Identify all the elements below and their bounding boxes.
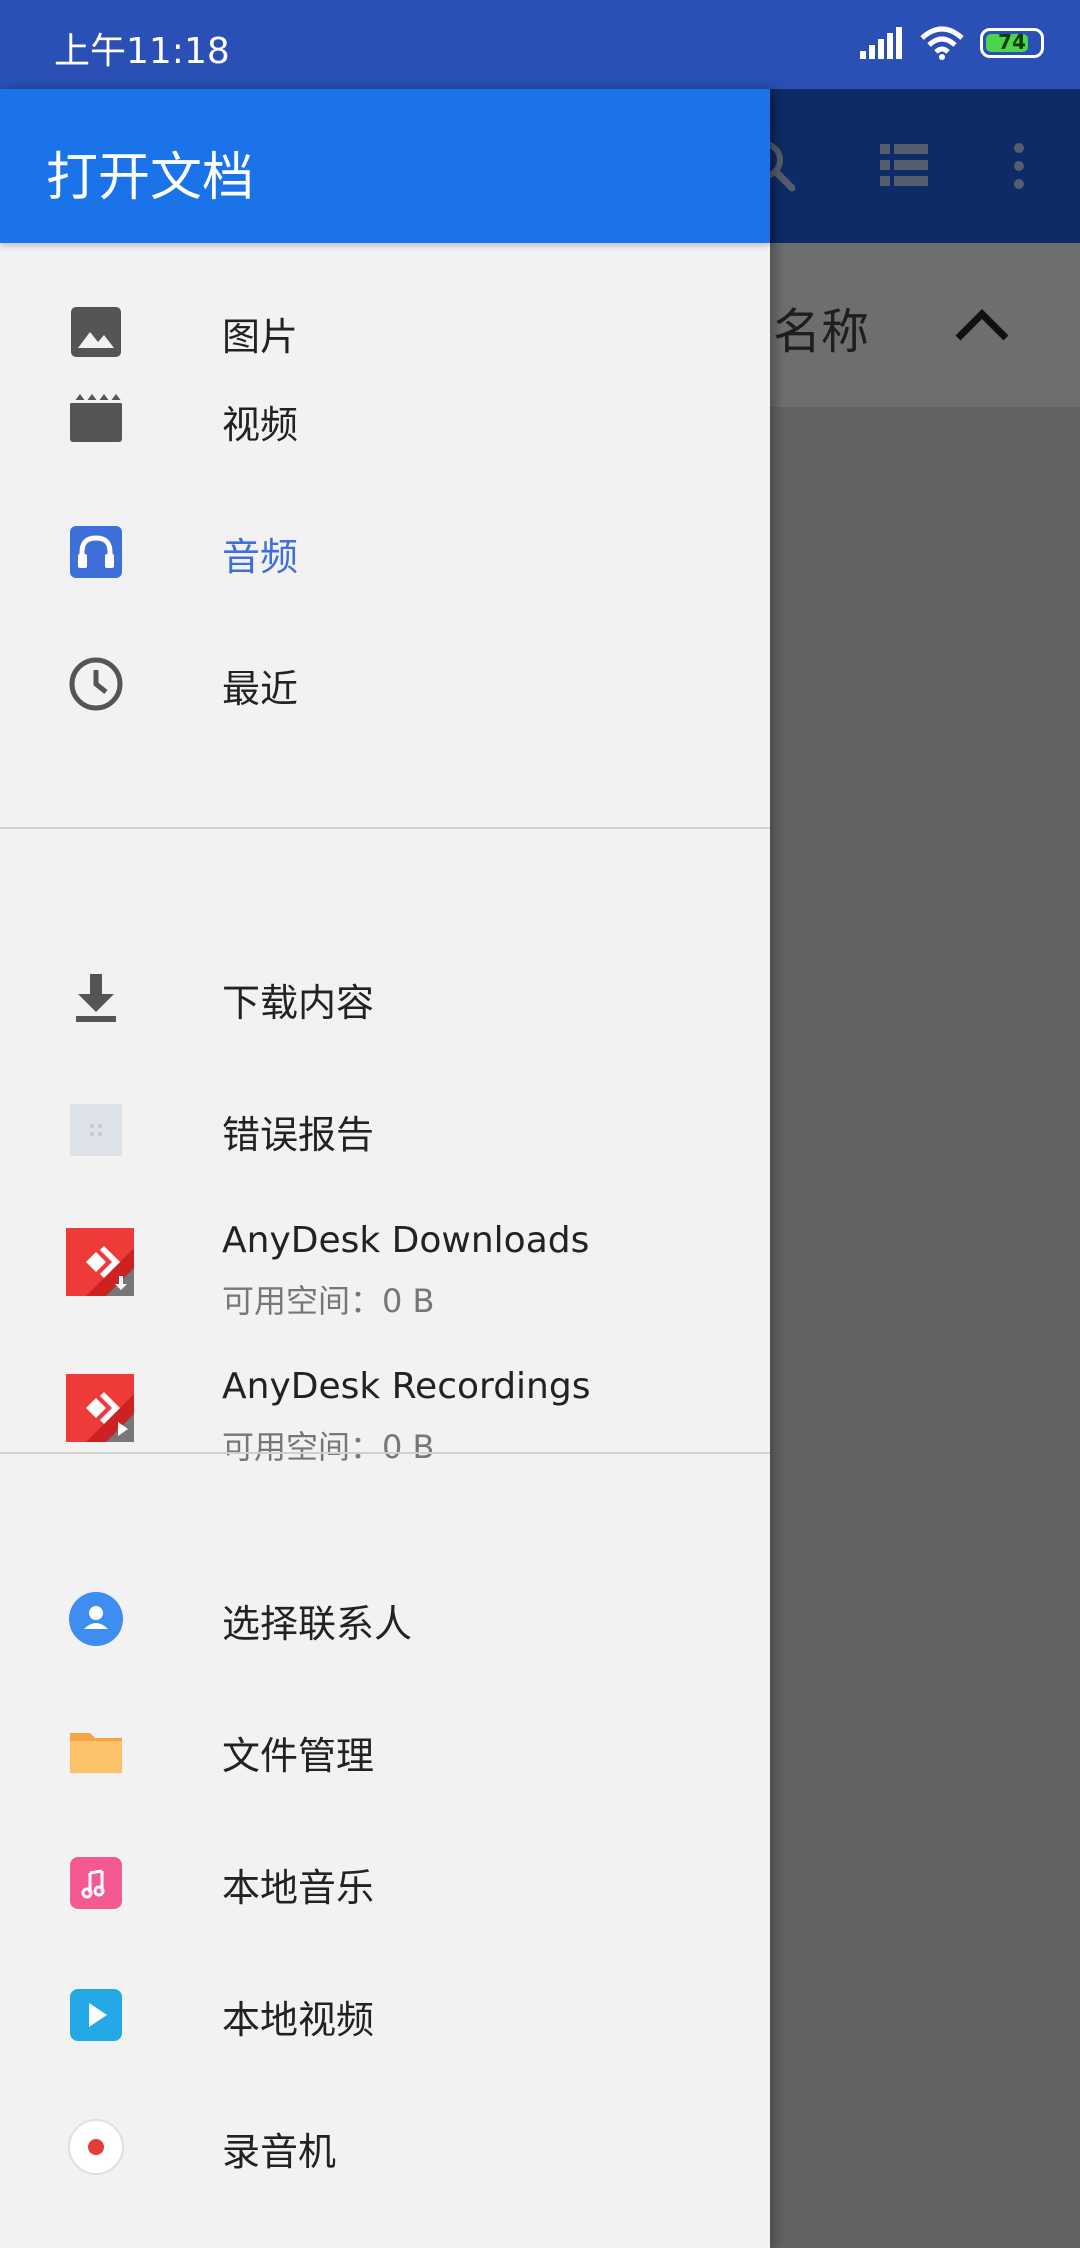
drawer-item-local-video[interactable]: 本地视频 xyxy=(0,1949,770,2081)
drawer-item-sublabel: 可用空间：0 B xyxy=(222,1428,435,1466)
status-bar: 上午11:18 74 xyxy=(0,0,1080,89)
bug-report-icon xyxy=(70,1104,122,1156)
drawer-item-label: 最近 xyxy=(222,667,299,711)
folder-icon xyxy=(70,1733,122,1773)
battery-indicator: 74 xyxy=(980,28,1044,58)
wifi-icon xyxy=(920,26,964,60)
drawer-item-label: 文件管理 xyxy=(222,1734,375,1778)
drawer-item-label: 下载内容 xyxy=(222,981,375,1025)
clock-icon xyxy=(69,657,123,711)
drawer-item-label: 选择联系人 xyxy=(222,1602,413,1646)
signal-icon xyxy=(860,27,902,59)
drawer-divider xyxy=(0,1452,770,1454)
battery-level: 74 xyxy=(998,30,1026,54)
drawer-item-recorder[interactable]: 录音机 xyxy=(0,2081,770,2213)
drawer-item-label: 本地视频 xyxy=(222,1998,375,2042)
drawer-item-label: 图片 xyxy=(222,315,299,359)
navigation-drawer: 打开文档 图片 视频 音频 最近 下载内容 错误报告 AnyDesk Downl… xyxy=(0,89,770,2248)
drawer-item-downloads[interactable]: 下载内容 xyxy=(0,932,770,1064)
headphones-icon xyxy=(70,526,122,578)
drawer-item-local-music[interactable]: 本地音乐 xyxy=(0,1817,770,1949)
drawer-divider xyxy=(0,827,770,829)
drawer-item-videos[interactable]: 视频 xyxy=(0,354,770,486)
download-icon xyxy=(76,974,116,1022)
drawer-item-anydesk-recordings[interactable]: AnyDesk Recordings 可用空间：0 B xyxy=(0,1342,770,1474)
more-vert-icon[interactable] xyxy=(1010,142,1028,190)
movie-icon xyxy=(70,394,122,442)
anydesk-recording-icon xyxy=(66,1374,134,1442)
drawer-item-label: AnyDesk Downloads xyxy=(222,1220,590,1261)
drawer-item-label: 错误报告 xyxy=(222,1113,375,1157)
anydesk-download-icon xyxy=(66,1228,134,1296)
drawer-item-audio[interactable]: 音频 xyxy=(0,486,770,618)
drawer-item-file-manager[interactable]: 文件管理 xyxy=(0,1685,770,1817)
drawer-item-recent[interactable]: 最近 xyxy=(0,618,770,750)
video-play-icon xyxy=(70,1989,122,2041)
contact-icon xyxy=(69,1592,123,1646)
drawer-item-label: 本地音乐 xyxy=(222,1866,375,1910)
sort-label[interactable]: 名称 xyxy=(773,292,869,362)
music-icon xyxy=(70,1857,122,1909)
recorder-icon xyxy=(68,2119,124,2175)
list-view-icon[interactable] xyxy=(880,144,928,186)
drawer-item-bug-reports[interactable]: 错误报告 xyxy=(0,1064,770,1196)
drawer-item-label: 音频 xyxy=(222,535,299,579)
image-icon xyxy=(71,307,121,357)
drawer-item-gallery[interactable]: 相册 xyxy=(0,2213,770,2248)
drawer-title: 打开文档 xyxy=(46,148,255,208)
chevron-up-icon[interactable] xyxy=(954,306,1010,342)
drawer-item-anydesk-downloads[interactable]: AnyDesk Downloads 可用空间：0 B xyxy=(0,1196,770,1328)
drawer-item-sublabel: 可用空间：0 B xyxy=(222,1282,435,1320)
drawer-item-contacts[interactable]: 选择联系人 xyxy=(0,1553,770,1685)
drawer-item-label: 录音机 xyxy=(222,2130,337,2174)
drawer-header: 打开文档 xyxy=(0,89,770,243)
drawer-item-label: AnyDesk Recordings xyxy=(222,1366,591,1407)
drawer-item-label: 视频 xyxy=(222,403,299,447)
status-time: 上午11:18 xyxy=(54,31,230,72)
